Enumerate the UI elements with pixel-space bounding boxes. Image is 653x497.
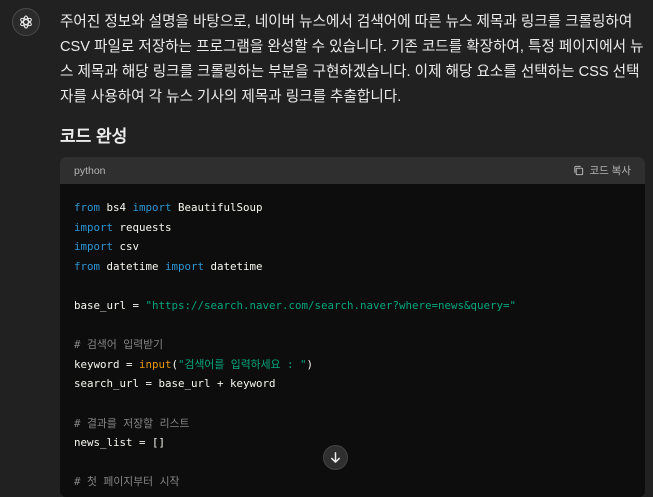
code-token: "검색어를 입력하세요 : ": [178, 357, 307, 371]
code-token: ): [306, 357, 313, 371]
code-line: from bs4 import BeautifulSoup: [74, 198, 631, 218]
copy-code-label: 코드 복사: [589, 165, 631, 177]
code-token: news_list = []: [74, 436, 166, 450]
code-language-label: python: [74, 164, 106, 177]
code-content: from bs4 import BeautifulSoup import requ…: [60, 184, 645, 492]
code-token: # 첫 페이지부터 시작: [74, 475, 180, 489]
code-token: import: [165, 259, 205, 273]
code-line: base_url = "https://search.naver.com/sea…: [74, 296, 631, 316]
code-token: csv: [113, 240, 140, 254]
code-line: from datetime import datetime: [74, 257, 631, 277]
openai-logo-icon: [20, 15, 32, 29]
code-line: # 결과를 저장할 리스트: [74, 414, 631, 434]
code-line: keyword = input("검색어를 입력하세요 : "): [74, 355, 631, 375]
code-token: bs4: [100, 201, 133, 214]
code-token: from: [74, 201, 101, 214]
code-token: import: [74, 220, 114, 234]
code-line: import requests: [74, 218, 631, 238]
scroll-down-button[interactable]: [323, 445, 348, 470]
code-header: python 코드 복사: [60, 157, 645, 184]
code-token: BeautifulSoup: [171, 201, 263, 214]
code-token: search_url = base_url + keyword: [74, 377, 276, 391]
code-token: datetime: [204, 259, 263, 273]
code-token: input: [139, 357, 172, 371]
code-token: base_url =: [74, 298, 146, 312]
code-token: # 결과를 저장할 리스트: [74, 416, 190, 430]
code-token: # 검색어 입력받기: [74, 338, 164, 352]
arrow-down-icon: [331, 452, 340, 463]
code-token: from: [74, 259, 101, 273]
code-token: keyword =: [74, 357, 140, 371]
code-line: import csv: [74, 237, 631, 257]
code-token: import: [132, 201, 172, 214]
code-block: python 코드 복사 from bs4 import BeautifulSo…: [60, 157, 645, 497]
assistant-message: 주어진 정보와 설명을 바탕으로, 네이버 뉴스에서 검색어에 따른 뉴스 제목…: [60, 14, 644, 105]
copy-icon: [574, 165, 584, 176]
section-heading: 코드 완성: [60, 127, 128, 146]
code-line: news_list = []: [74, 433, 631, 453]
code-line: # 첫 페이지부터 시작: [74, 472, 631, 492]
code-token: "https://search.naver.com/search.naver?w…: [145, 298, 517, 312]
code-token: requests: [113, 220, 172, 234]
code-token: import: [74, 240, 114, 254]
code-line: # 검색어 입력받기: [74, 335, 631, 355]
assistant-avatar: [12, 8, 40, 36]
code-line: search_url = base_url + keyword: [74, 374, 631, 394]
copy-code-button[interactable]: 코드 복사: [573, 163, 631, 178]
code-token: datetime: [100, 259, 166, 273]
